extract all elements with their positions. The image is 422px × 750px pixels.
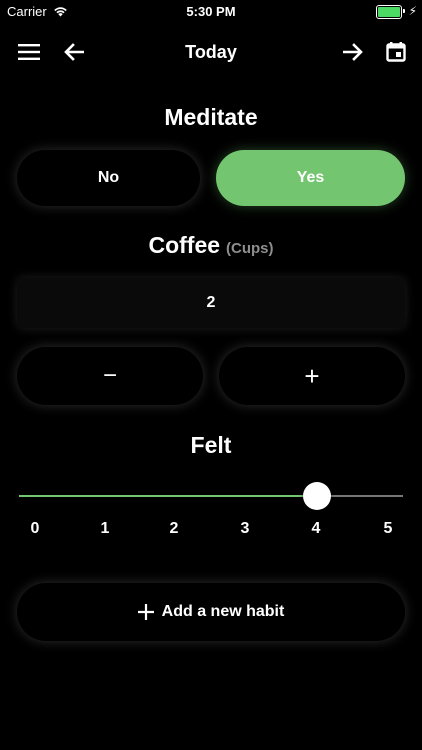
arrow-right-icon[interactable] [341, 40, 365, 64]
add-habit-button[interactable]: Add a new habit [17, 583, 405, 641]
meditate-no-label: No [97, 169, 120, 186]
calendar-icon[interactable] [384, 40, 408, 64]
felt-tick-label: 2 [169, 520, 179, 537]
felt-tick-label: 5 [383, 520, 393, 537]
charging-bolt-icon: ⚡ [408, 4, 417, 18]
add-habit-label: Add a new habit [161, 603, 285, 620]
status-bar: Carrier 5:30 PM ⚡ [0, 0, 422, 22]
meditate-no-button[interactable]: No [17, 150, 200, 206]
plus-icon: + [304, 360, 320, 391]
coffee-title: Coffee [148, 232, 221, 258]
minus-icon: − [102, 362, 117, 389]
felt-title: Felt [190, 432, 232, 458]
felt-slider-thumb[interactable] [303, 482, 332, 510]
meditate-title: Meditate [164, 104, 258, 130]
meditate-yes-label: Yes [296, 169, 325, 186]
felt-tick-label: 3 [240, 520, 250, 537]
plus-icon [137, 604, 154, 620]
felt-tick-label: 0 [30, 520, 40, 537]
coffee-value-field[interactable]: 2 [17, 278, 405, 328]
battery-tip [403, 9, 405, 13]
coffee-title-row: Coffee (Cups) [0, 232, 422, 259]
coffee-unit: (Cups) [226, 240, 274, 257]
battery-icon [376, 5, 402, 19]
status-time: 5:30 PM [186, 4, 236, 19]
felt-tick-label: 4 [311, 520, 321, 537]
coffee-increment-button[interactable]: + [219, 347, 405, 405]
meditate-yes-button[interactable]: Yes [216, 150, 405, 206]
coffee-decrement-button[interactable]: − [17, 347, 203, 405]
felt-slider-fill [19, 495, 318, 497]
coffee-value: 2 [206, 294, 216, 311]
felt-tick-label: 1 [100, 520, 110, 537]
